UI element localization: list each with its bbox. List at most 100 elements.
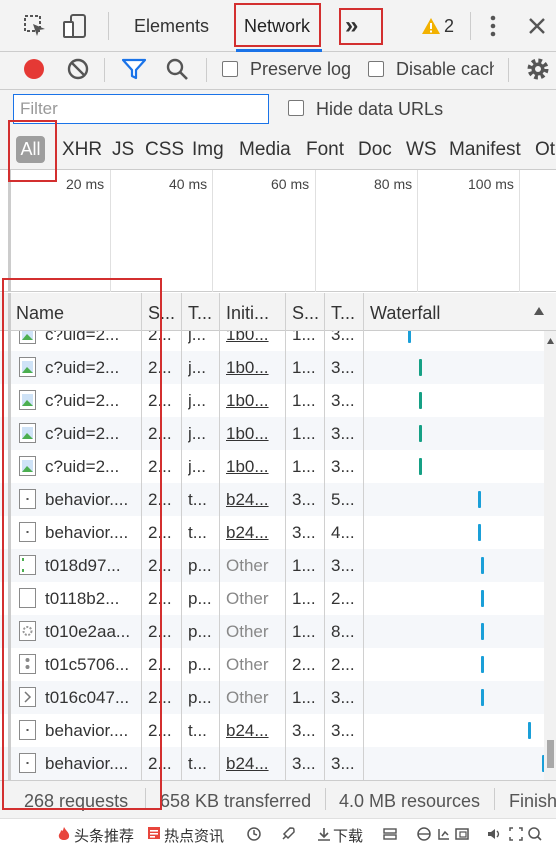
tabs-icon[interactable]	[382, 826, 398, 842]
disable-cache-label[interactable]: Disable cach	[396, 59, 494, 80]
cell-initiator[interactable]: 1b0...	[226, 457, 280, 477]
window-icon[interactable]	[454, 826, 470, 842]
refresh-icon[interactable]	[246, 826, 262, 842]
type-filter-img[interactable]: Img	[192, 139, 224, 161]
preserve-log-label[interactable]: Preserve log	[250, 59, 351, 80]
type-filter-js[interactable]: JS	[112, 139, 134, 161]
network-settings-gear-icon[interactable]	[526, 57, 550, 81]
table-row[interactable]: t010e2aa... 2... p... Other 1... 8...	[0, 615, 544, 648]
waterfall-bar[interactable]	[480, 656, 484, 673]
column-separator[interactable]	[181, 293, 182, 780]
type-filter-media[interactable]: Media	[239, 139, 291, 161]
search-icon[interactable]	[165, 57, 189, 81]
type-filter-manifest[interactable]: Manifest	[449, 139, 521, 161]
preserve-log-checkbox[interactable]	[222, 61, 238, 77]
inspect-element-icon[interactable]	[22, 13, 48, 39]
kebab-menu-icon[interactable]	[488, 14, 498, 38]
cell-initiator[interactable]: 1b0...	[226, 391, 280, 411]
close-icon[interactable]	[528, 17, 546, 35]
column-header-size[interactable]: S...	[292, 303, 319, 324]
waterfall-bar[interactable]	[477, 524, 481, 541]
download-link[interactable]: 下载	[333, 825, 363, 846]
device-toolbar-icon[interactable]	[62, 13, 88, 39]
table-row[interactable]: t018d97... 2... p... Other 1... 3...	[0, 549, 544, 582]
waterfall-bar[interactable]	[419, 392, 423, 409]
screenshot-icon[interactable]	[508, 826, 524, 842]
type-filter-all[interactable]: All	[16, 136, 45, 163]
disable-cache-checkbox[interactable]	[368, 61, 384, 77]
history-icon[interactable]	[436, 826, 452, 842]
waterfall-bar[interactable]	[419, 425, 423, 442]
cell-initiator[interactable]: b24...	[226, 754, 280, 774]
waterfall-bar[interactable]	[480, 623, 484, 640]
column-separator[interactable]	[219, 293, 220, 780]
type-filter-ws[interactable]: WS	[406, 139, 437, 161]
headline-recommend-link[interactable]: 头条推荐	[74, 825, 134, 846]
column-separator[interactable]	[141, 293, 142, 780]
cell-initiator[interactable]: b24...	[226, 523, 280, 543]
waterfall-bar[interactable]	[477, 491, 481, 508]
cell-initiator[interactable]: b24...	[226, 721, 280, 741]
waterfall-bar[interactable]	[419, 359, 423, 376]
table-row[interactable]: behavior.... 2... t... b24... 3... 3...	[0, 747, 545, 780]
type-filter-font[interactable]: Font	[306, 139, 344, 161]
volume-icon[interactable]	[486, 826, 502, 842]
overview-left-handle[interactable]	[8, 170, 11, 292]
hot-news-link[interactable]: 热点资讯	[164, 825, 224, 846]
table-row[interactable]: c?uid=2... 2... j... 1b0... 1... 3...	[0, 331, 544, 351]
column-separator[interactable]	[285, 293, 286, 780]
table-row[interactable]: c?uid=2... 2... j... 1b0... 1... 3...	[0, 417, 544, 450]
scroll-up-arrow-icon[interactable]	[546, 337, 555, 345]
table-row[interactable]: behavior.... 2... t... b24... 3... 3...	[0, 714, 544, 747]
warning-icon[interactable]	[421, 17, 441, 35]
more-tabs-button[interactable]: »	[345, 12, 358, 40]
column-header-initiator[interactable]: Initi...	[226, 303, 269, 324]
table-row[interactable]: c?uid=2... 2... j... 1b0... 1... 3...	[0, 384, 544, 417]
type-filter-xhr[interactable]: XHR	[62, 139, 102, 161]
tab-network[interactable]: Network	[244, 16, 310, 37]
tab-elements[interactable]: Elements	[134, 16, 209, 37]
column-separator[interactable]	[363, 293, 364, 780]
cell-initiator[interactable]: 1b0...	[226, 358, 280, 378]
cell-initiator[interactable]: 1b0...	[226, 331, 280, 345]
rocket-icon[interactable]	[280, 826, 296, 842]
sort-ascending-icon[interactable]	[533, 306, 545, 316]
warning-count[interactable]: 2	[444, 16, 454, 37]
table-row[interactable]: t016c047... 2... p... Other 1... 3...	[0, 681, 544, 714]
table-row[interactable]: c?uid=2... 2... j... 1b0... 1... 3...	[0, 450, 544, 483]
filter-icon[interactable]	[122, 58, 146, 80]
hide-data-urls-label[interactable]: Hide data URLs	[316, 99, 443, 120]
download-icon[interactable]	[316, 826, 332, 842]
column-header-status[interactable]: S...	[148, 303, 175, 324]
clear-icon[interactable]	[67, 58, 89, 80]
column-header-name[interactable]: Name	[16, 303, 64, 324]
record-icon[interactable]	[23, 58, 45, 80]
type-filter-other[interactable]: Ot	[535, 139, 556, 161]
waterfall-bar[interactable]	[528, 722, 532, 739]
table-row[interactable]: t01c5706... 2... p... Other 2... 2...	[0, 648, 544, 681]
column-separator[interactable]	[324, 293, 325, 780]
scrollbar-thumb[interactable]	[547, 740, 554, 768]
waterfall-bar[interactable]	[480, 557, 484, 574]
waterfall-bar[interactable]	[419, 458, 423, 475]
table-row[interactable]: behavior.... 2... t... b24... 3... 5...	[0, 483, 544, 516]
cell-initiator[interactable]: b24...	[226, 490, 280, 510]
waterfall-bar[interactable]	[408, 331, 411, 343]
cell-initiator[interactable]: 1b0...	[226, 424, 280, 444]
waterfall-bar[interactable]	[480, 689, 484, 706]
waterfall-bar[interactable]	[480, 590, 484, 607]
column-header-time[interactable]: T...	[331, 303, 355, 324]
type-filter-doc[interactable]: Doc	[358, 139, 392, 161]
table-row[interactable]: behavior.... 2... t... b24... 3... 4...	[0, 516, 544, 549]
type-filter-css[interactable]: CSS	[145, 139, 184, 161]
column-header-waterfall[interactable]: Waterfall	[370, 303, 440, 324]
filter-input[interactable]	[13, 94, 269, 124]
table-row[interactable]: t0118b2... 2... p... Other 1... 2...	[0, 582, 544, 615]
browser-icon[interactable]	[416, 826, 432, 842]
zoom-search-icon[interactable]	[527, 826, 543, 842]
request-list[interactable]: c?uid=2... 2... j... 1b0... 1... 3... c?uid=2.…	[0, 331, 556, 780]
column-header-type[interactable]: T...	[188, 303, 212, 324]
table-row[interactable]: c?uid=2... 2... j... 1b0... 1... 3...	[0, 351, 544, 384]
request-list-scrollbar[interactable]	[544, 331, 556, 780]
hide-data-urls-checkbox[interactable]	[288, 100, 304, 116]
